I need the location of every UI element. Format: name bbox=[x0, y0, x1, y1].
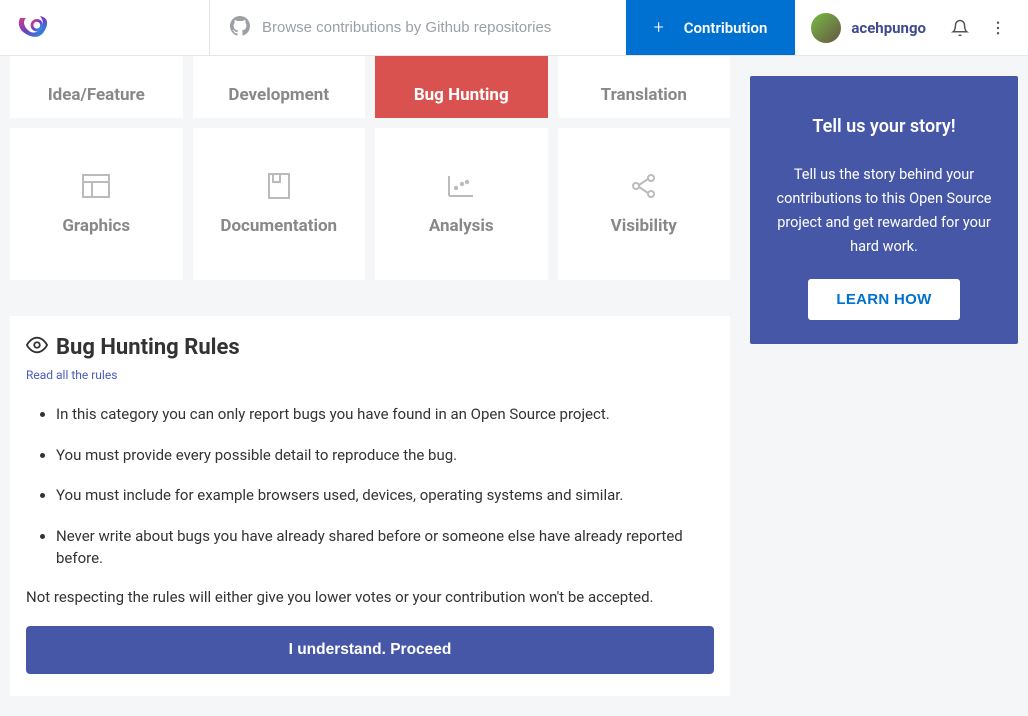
story-card: Tell us your story! Tell us the story be… bbox=[750, 76, 1018, 344]
bell-icon[interactable] bbox=[946, 19, 974, 37]
category-graphics[interactable]: Graphics bbox=[10, 128, 183, 280]
right-column: Tell us your story! Tell us the story be… bbox=[750, 56, 1018, 696]
avatar[interactable] bbox=[811, 13, 841, 43]
contribution-label: Contribution bbox=[684, 19, 768, 37]
list-item: In this category you can only report bug… bbox=[56, 403, 714, 426]
rules-title-row: Bug Hunting Rules bbox=[26, 334, 714, 360]
search-input[interactable] bbox=[262, 19, 626, 36]
proceed-button[interactable]: I understand. Proceed bbox=[26, 626, 714, 674]
rules-card: Bug Hunting Rules Read all the rules In … bbox=[10, 316, 730, 696]
category-documentation[interactable]: Documentation bbox=[193, 128, 366, 280]
github-icon bbox=[230, 16, 262, 40]
rules-list: In this category you can only report bug… bbox=[56, 403, 714, 570]
username[interactable]: acehpungo bbox=[851, 19, 926, 37]
category-analysis[interactable]: Analysis bbox=[375, 128, 548, 280]
main: Idea/Feature Development Bug Hunting Tra… bbox=[0, 56, 1028, 716]
list-item: You must include for example browsers us… bbox=[56, 484, 714, 507]
analysis-icon bbox=[447, 172, 475, 200]
eye-icon bbox=[26, 334, 48, 360]
category-bug-hunting[interactable]: Bug Hunting bbox=[375, 56, 548, 118]
contribution-button[interactable]: + Contribution bbox=[626, 0, 796, 55]
header: + Contribution acehpungo bbox=[0, 0, 1028, 56]
user-cell: acehpungo bbox=[795, 0, 1028, 55]
category-development[interactable]: Development bbox=[193, 56, 366, 118]
category-translation[interactable]: Translation bbox=[558, 56, 731, 118]
list-item: You must provide every possible detail t… bbox=[56, 444, 714, 467]
learn-how-button[interactable]: LEARN HOW bbox=[808, 279, 959, 320]
read-all-rules-link[interactable]: Read all the rules bbox=[26, 368, 117, 382]
more-icon[interactable] bbox=[984, 19, 1012, 37]
graphics-icon bbox=[82, 172, 110, 200]
category-visibility[interactable]: Visibility bbox=[558, 128, 731, 280]
visibility-icon bbox=[630, 172, 658, 200]
category-grid: Idea/Feature Development Bug Hunting Tra… bbox=[10, 56, 730, 280]
story-body: Tell us the story behind your contributi… bbox=[774, 163, 994, 259]
left-column: Idea/Feature Development Bug Hunting Tra… bbox=[10, 56, 730, 696]
story-title: Tell us your story! bbox=[774, 116, 994, 137]
list-item: Never write about bugs you have already … bbox=[56, 525, 714, 570]
category-idea-feature[interactable]: Idea/Feature bbox=[10, 56, 183, 118]
plus-icon: + bbox=[654, 17, 664, 38]
documentation-icon bbox=[265, 172, 293, 200]
rules-footer: Not respecting the rules will either giv… bbox=[26, 588, 714, 606]
logo-cell bbox=[0, 0, 210, 55]
rules-title: Bug Hunting Rules bbox=[56, 335, 240, 360]
search-cell bbox=[210, 0, 626, 55]
utopian-logo-icon[interactable] bbox=[12, 6, 52, 50]
